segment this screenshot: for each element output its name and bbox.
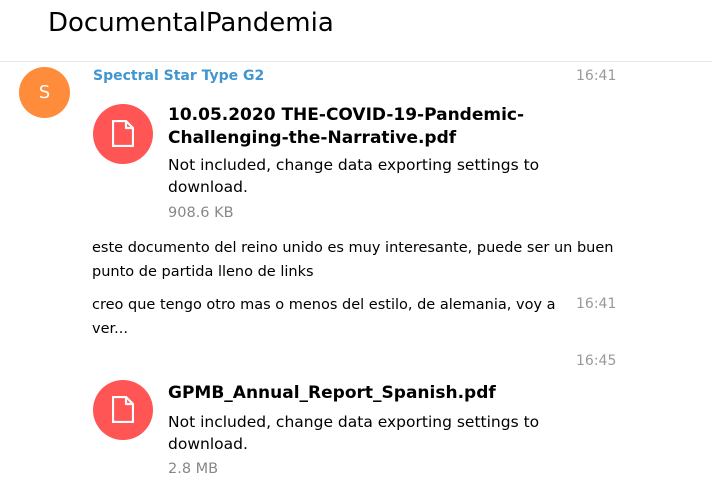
file-note-line: Not included, change data exporting sett… — [168, 413, 540, 431]
file-name-line: Challenging-the-Narrative.pdf — [168, 128, 457, 148]
file-note-line: Not included, change data exporting sett… — [168, 156, 540, 174]
chat-header: DocumentalPandemia — [0, 0, 712, 62]
file-note: Not included, change data exporting sett… — [168, 154, 578, 198]
file-name-line: 10.05.2020 THE-COVID-19-Pandemic- — [168, 105, 525, 125]
message-time: 16:45 — [576, 353, 617, 369]
file-note-line: download. — [168, 435, 248, 453]
file-size: 908.6 KB — [168, 205, 234, 221]
file-note: Not included, change data exporting sett… — [168, 411, 578, 455]
file-name[interactable]: 10.05.2020 THE-COVID-19-Pandemic- Challe… — [168, 104, 568, 150]
avatar[interactable]: S — [19, 67, 70, 118]
file-icon[interactable] — [93, 380, 153, 440]
message-text: creo que tengo otro mas o menos del esti… — [92, 293, 562, 341]
message-text: este documento del reino unido es muy in… — [92, 236, 632, 284]
file-name[interactable]: GPMB_Annual_Report_Spanish.pdf — [168, 382, 568, 405]
document-icon — [112, 120, 134, 147]
message-line: punto de partida lleno de links — [92, 264, 314, 280]
message-time: 16:41 — [576, 68, 617, 84]
chat-title: DocumentalPandemia — [48, 8, 334, 38]
file-size: 2.8 MB — [168, 461, 219, 477]
sender-name[interactable]: Spectral Star Type G2 — [93, 68, 264, 84]
message-line: creo que tengo otro mas o menos del esti… — [92, 297, 556, 313]
file-note-line: download. — [168, 178, 248, 196]
message-line: ver... — [92, 321, 128, 337]
file-icon[interactable] — [93, 104, 153, 164]
message-line: este documento del reino unido es muy in… — [92, 240, 614, 256]
message-time: 16:41 — [576, 296, 617, 312]
document-icon — [112, 396, 134, 423]
